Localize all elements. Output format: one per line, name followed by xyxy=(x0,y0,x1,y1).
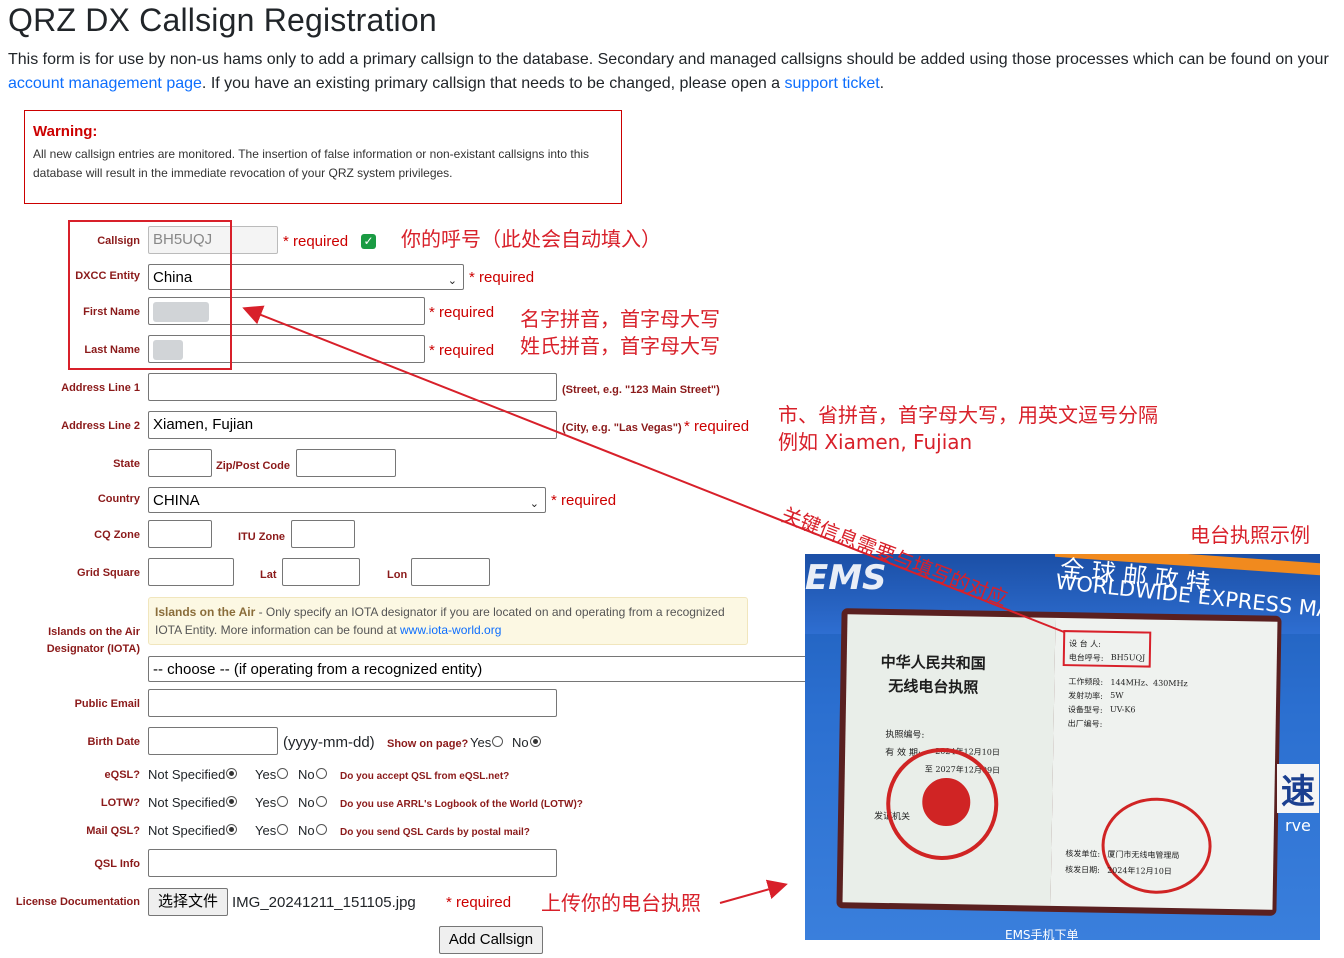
annotation-arrows: 关键信息需要与填写的对应 xyxy=(242,305,1065,904)
annotation-arrow-note: 关键信息需要与填写的对应 xyxy=(778,502,1011,610)
arrow-to-photo xyxy=(719,879,788,904)
